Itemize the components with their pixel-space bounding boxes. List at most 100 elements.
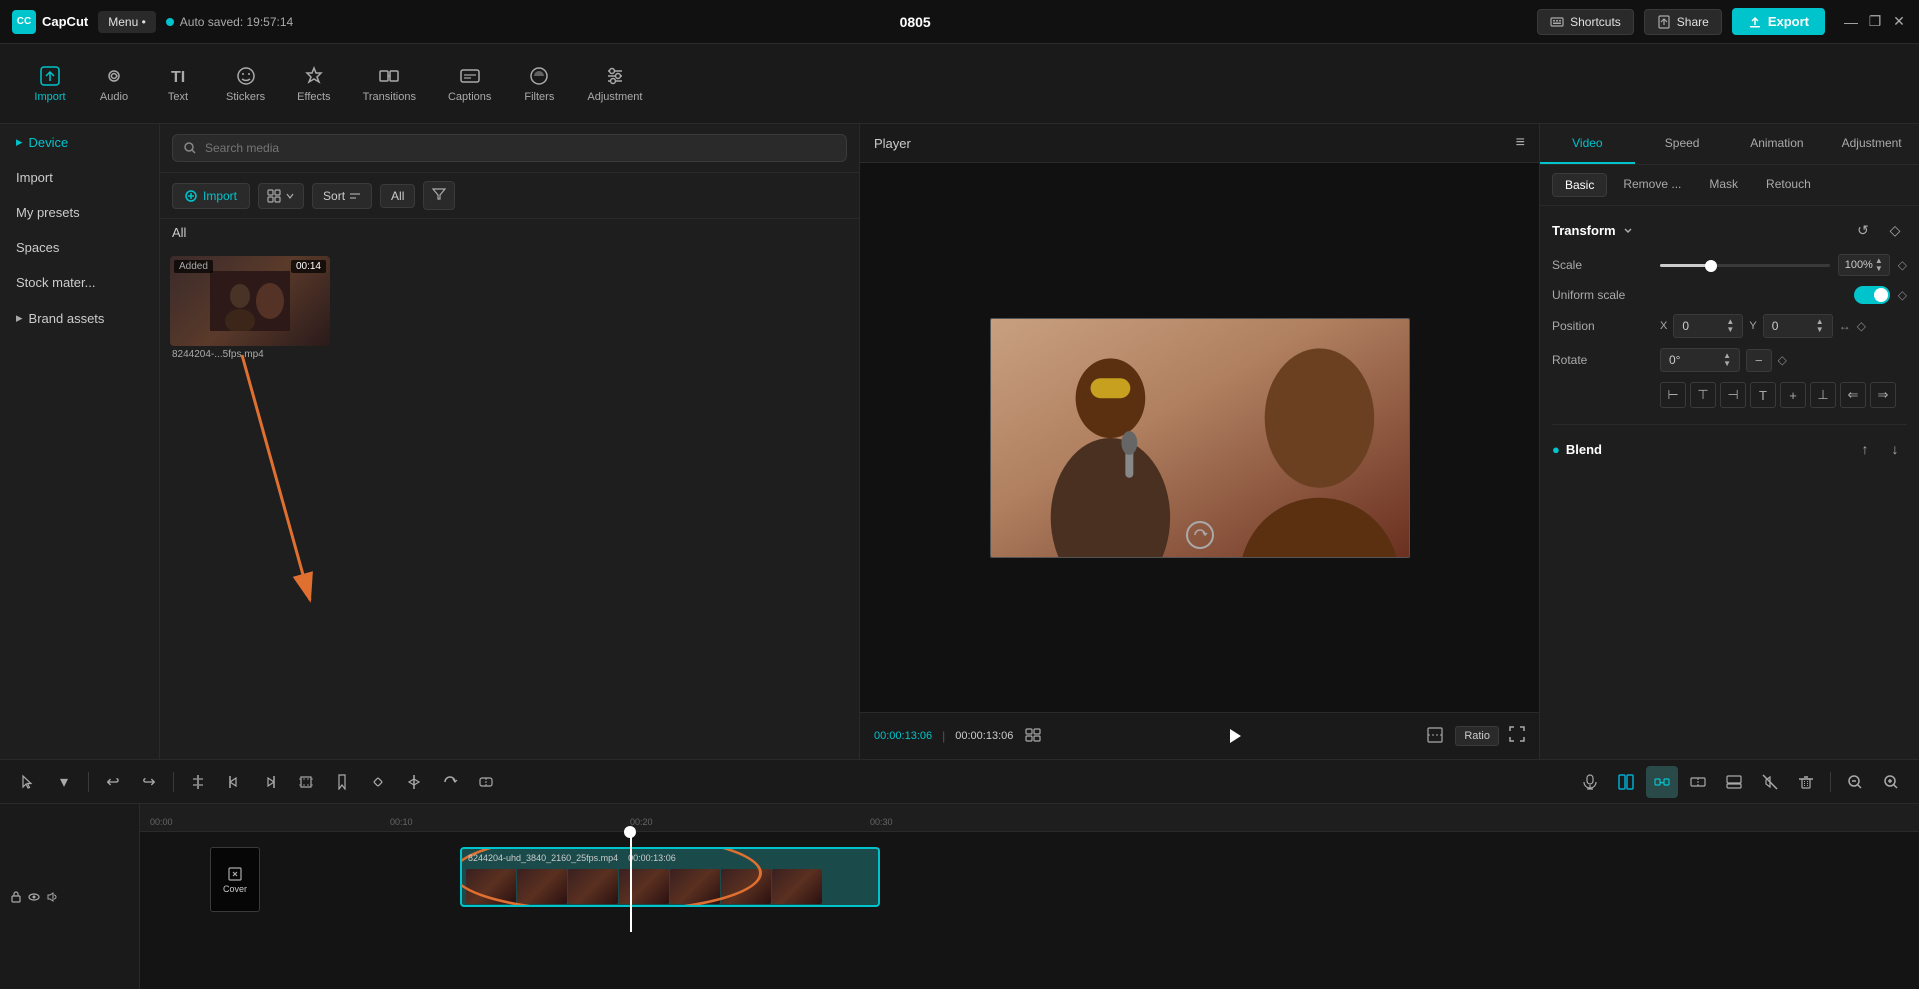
subtab-basic[interactable]: Basic: [1552, 173, 1607, 197]
close-button[interactable]: ✕: [1891, 14, 1907, 30]
shortcuts-button[interactable]: Shortcuts: [1537, 9, 1634, 35]
toolbar-item-import[interactable]: Import: [20, 57, 80, 111]
share-button[interactable]: Share: [1644, 9, 1722, 35]
uniform-scale-toggle[interactable]: [1854, 286, 1890, 304]
rotate-input[interactable]: 0° ▲ ▼: [1660, 348, 1740, 372]
captions-icon: [459, 65, 481, 87]
media-item[interactable]: Added 00:14 8244204-...5fps.mp4: [170, 256, 330, 360]
sidebar-item-brand-assets[interactable]: ▸ Brand assets: [0, 300, 159, 336]
microphone-button[interactable]: [1574, 766, 1606, 798]
filter-button[interactable]: [423, 181, 455, 210]
toolbar-item-adjustment[interactable]: Adjustment: [573, 57, 656, 111]
toolbar-item-stickers[interactable]: Stickers: [212, 57, 279, 111]
trim-start-button[interactable]: [218, 766, 250, 798]
select-tool-button[interactable]: [12, 766, 44, 798]
select-arrow-button[interactable]: ▾: [48, 766, 80, 798]
subtab-retouch[interactable]: Retouch: [1754, 173, 1823, 197]
search-input[interactable]: [205, 141, 836, 155]
all-filter-button[interactable]: All: [380, 184, 415, 208]
playhead[interactable]: [630, 832, 632, 932]
tab-video[interactable]: Video: [1540, 124, 1635, 164]
scale-arrows[interactable]: ▲ ▼: [1875, 257, 1883, 273]
trim-end-button[interactable]: [254, 766, 286, 798]
sort-button[interactable]: Sort: [312, 183, 372, 209]
blend-expand-down-button[interactable]: ↓: [1883, 437, 1907, 461]
align-center-v-button[interactable]: +: [1780, 382, 1806, 408]
align-right-button[interactable]: ⊣: [1720, 382, 1746, 408]
toolbar-item-captions[interactable]: Captions: [434, 57, 505, 111]
position-x-label: X: [1660, 320, 1667, 332]
layout-grid-button[interactable]: [1023, 726, 1043, 747]
import-button[interactable]: Import: [172, 183, 250, 209]
cover-button[interactable]: Cover: [210, 847, 260, 912]
fit-screen-button[interactable]: [1425, 725, 1445, 748]
align-dist-v-button[interactable]: ⇒: [1870, 382, 1896, 408]
align-top-button[interactable]: T: [1750, 382, 1776, 408]
crop-button[interactable]: [290, 766, 322, 798]
rotate-tl-button[interactable]: [434, 766, 466, 798]
zoom-out-button[interactable]: [1839, 766, 1871, 798]
play-button[interactable]: [1219, 721, 1249, 751]
rotate-minus-button[interactable]: −: [1746, 349, 1772, 372]
toolbar-item-transitions[interactable]: Transitions: [349, 57, 430, 111]
export-icon: [1748, 15, 1762, 29]
position-y-input[interactable]: 0 ▲ ▼: [1763, 314, 1833, 338]
rotate-diamond-button[interactable]: ◇: [1778, 353, 1787, 367]
stickers-label: Stickers: [226, 91, 265, 103]
toolbar-item-text[interactable]: TI Text: [148, 57, 208, 111]
sidebar-item-my-presets[interactable]: My presets: [0, 195, 159, 230]
fullscreen-button[interactable]: [1509, 726, 1525, 747]
logo-text: CapCut: [42, 14, 88, 29]
toolbar-item-filters[interactable]: Filters: [509, 57, 569, 111]
sidebar-item-spaces[interactable]: Spaces: [0, 230, 159, 265]
sidebar-item-device[interactable]: ▸ Device: [0, 124, 159, 160]
export-button[interactable]: Export: [1732, 8, 1825, 35]
detach-audio-button[interactable]: [1718, 766, 1750, 798]
position-diamond-button[interactable]: ◇: [1857, 319, 1866, 333]
mute-button[interactable]: [1754, 766, 1786, 798]
scale-diamond-button[interactable]: ◇: [1898, 258, 1907, 272]
sidebar-item-import[interactable]: Import: [0, 160, 159, 195]
transform-keyframe-button[interactable]: ◇: [1883, 218, 1907, 242]
split-button[interactable]: [182, 766, 214, 798]
transform-reset-button[interactable]: ↺: [1851, 218, 1875, 242]
zoom-in-button[interactable]: [1875, 766, 1907, 798]
player-menu-button[interactable]: ≡: [1516, 134, 1525, 152]
magnetic-snap-button[interactable]: [1610, 766, 1642, 798]
fullscreen-icon: [1509, 726, 1525, 742]
maximize-button[interactable]: ❐: [1867, 14, 1883, 30]
player-panel: Player ≡: [860, 124, 1539, 759]
subtab-mask[interactable]: Mask: [1697, 173, 1750, 197]
blend-expand-up-button[interactable]: ↑: [1853, 437, 1877, 461]
delete-button[interactable]: [1790, 766, 1822, 798]
position-x-input[interactable]: 0 ▲ ▼: [1673, 314, 1743, 338]
subtab-remove-bg[interactable]: Remove ...: [1611, 173, 1693, 197]
keyframe-button[interactable]: [362, 766, 394, 798]
link-clips-button[interactable]: [1646, 766, 1678, 798]
mask-tl-button[interactable]: [470, 766, 502, 798]
flip-h-button[interactable]: [398, 766, 430, 798]
toolbar-item-audio[interactable]: Audio: [84, 57, 144, 111]
align-center-h-button[interactable]: ⊤: [1690, 382, 1716, 408]
video-clip[interactable]: 8244204-uhd_3840_2160_25fps.mp4 00:00:13…: [460, 847, 880, 907]
align-left-button[interactable]: ⊢: [1660, 382, 1686, 408]
uniform-scale-diamond-button[interactable]: ◇: [1898, 288, 1907, 302]
ratio-button[interactable]: Ratio: [1455, 726, 1499, 746]
tab-animation[interactable]: Animation: [1730, 124, 1825, 164]
scale-slider[interactable]: [1660, 264, 1830, 267]
sidebar-item-stock-material[interactable]: Stock mater...: [0, 265, 159, 300]
toolbar-item-effects[interactable]: Effects: [283, 57, 344, 111]
tab-adjustment[interactable]: Adjustment: [1824, 124, 1919, 164]
position-reset-button[interactable]: ↔: [1839, 319, 1851, 333]
split-audio-button[interactable]: [1682, 766, 1714, 798]
bookmark-button[interactable]: [326, 766, 358, 798]
align-bottom-button[interactable]: ⊥: [1810, 382, 1836, 408]
redo-button[interactable]: ↪: [133, 766, 165, 798]
menu-button[interactable]: Menu •: [98, 11, 156, 33]
align-dist-h-button[interactable]: ⇐: [1840, 382, 1866, 408]
undo-button[interactable]: ↩: [97, 766, 129, 798]
blend-section: ● Blend ↑ ↓: [1552, 424, 1907, 461]
minimize-button[interactable]: —: [1843, 14, 1859, 30]
grid-view-button[interactable]: [258, 183, 304, 209]
tab-speed[interactable]: Speed: [1635, 124, 1730, 164]
